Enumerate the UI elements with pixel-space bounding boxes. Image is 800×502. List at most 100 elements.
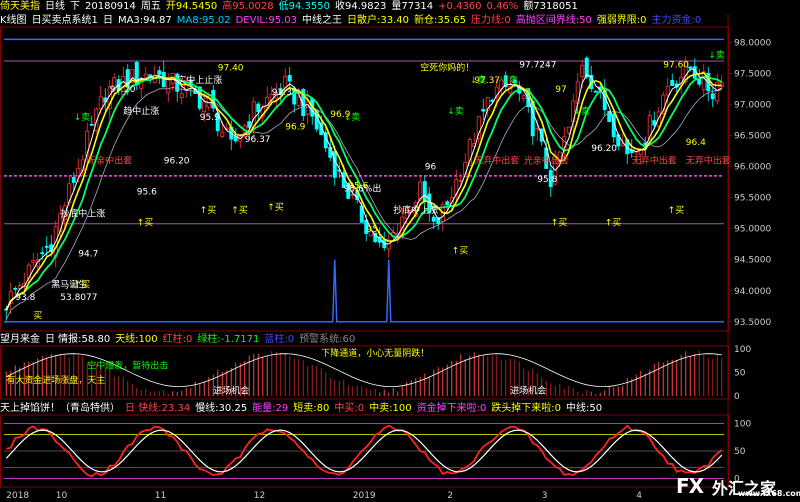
main-frame	[0, 26, 729, 332]
main-annotation: 95.6	[137, 188, 157, 198]
x-axis-label: 3	[542, 491, 548, 501]
candle-body	[688, 66, 693, 69]
main-annotation: ↑买	[452, 246, 469, 257]
candle-body	[40, 252, 45, 254]
candle-body	[692, 66, 697, 79]
main-annotation: 94.7	[78, 250, 98, 260]
main-annotation: ↑买	[551, 218, 568, 229]
candle-body	[332, 151, 337, 178]
main-annotation: 无亲中出套	[87, 154, 132, 166]
candle-body	[179, 93, 184, 99]
main-annotation: 96.9	[285, 122, 305, 132]
main-annotation: ↓卖	[344, 112, 361, 123]
main-annotation: ↓卖	[573, 106, 590, 117]
sub2-tick-label: 100	[734, 420, 751, 430]
main-annotation: 95.9	[200, 113, 220, 123]
x-axis-label: 4	[636, 491, 642, 501]
watermark-logo: FX 外汇之家 www.fx68.com	[676, 474, 800, 498]
main-annotation: 97.40	[218, 63, 244, 73]
candle-body	[566, 126, 571, 134]
sub1-tick-label: 100	[734, 345, 751, 355]
watermark-url: www.fx68.com	[738, 489, 800, 498]
candle-body	[458, 179, 463, 182]
main-tick-label: 95.5000	[734, 194, 771, 204]
main-tick-label: 95.0000	[734, 225, 771, 235]
main-annotation: 买	[33, 311, 42, 322]
sub2-tick-label: 50	[734, 447, 746, 457]
main-annotation: ↑买	[605, 218, 622, 229]
sub1-annotation: 进场机会	[213, 385, 249, 397]
candle-body	[481, 108, 486, 112]
candle-body	[44, 245, 49, 248]
main-tick-label: 94.5000	[734, 256, 771, 266]
main-annotation: 无弃中出套	[686, 154, 731, 166]
x-axis-label: 2	[447, 491, 453, 501]
main-annotation: ↓卖	[74, 112, 91, 123]
sub1-annotation: 空中爆发，暂待出击	[87, 360, 168, 372]
candle-body	[287, 75, 292, 82]
main-annotation: ↑买	[137, 218, 154, 229]
main-annotation: 97.3	[272, 88, 292, 98]
funds-line	[4, 259, 724, 323]
main-annotation: 96.20	[164, 156, 190, 166]
main-annotation: ↓卖	[470, 75, 487, 86]
main-tick-label: 97.5000	[734, 69, 771, 79]
candle-body	[296, 96, 301, 107]
x-axis-label: 10	[56, 491, 68, 501]
main-annotation: ↑买	[74, 280, 91, 291]
main-tick-label: 96.0000	[734, 163, 771, 173]
x-axis-label: 11	[155, 491, 166, 501]
main-annotation: 95.8	[537, 175, 557, 185]
candle-body	[76, 167, 81, 177]
main-tick-label: 96.5000	[734, 132, 771, 142]
x-axis-label: 2019	[353, 491, 376, 501]
candle-body	[445, 201, 450, 206]
main-annotation: 95.6%出	[344, 182, 382, 194]
main-annotation: 95	[366, 225, 377, 235]
x-axis-label: 12	[254, 491, 265, 501]
main-tick-label: 94.0000	[734, 287, 771, 297]
main-tick-label: 98.0000	[734, 38, 771, 48]
x-axis-label: 2018	[6, 491, 29, 501]
main-annotation: 空死你妈的！	[420, 61, 474, 73]
candle-body	[13, 287, 18, 290]
chart-canvas[interactable]: 93.8 53.8077 94.7 97.20 95.6 96.20 95.9 97.40 96…	[0, 0, 800, 502]
sub1-tick-label: 50	[734, 369, 746, 379]
main-annotation: 97.20	[110, 85, 136, 95]
candle-body	[71, 177, 76, 183]
main-annotation: 97	[555, 85, 566, 95]
candle-body	[157, 70, 162, 75]
sub1-tick-label: 0	[734, 392, 740, 402]
candle-body	[89, 123, 94, 126]
main-annotation: ↓卖	[447, 106, 464, 117]
candle-body	[31, 260, 36, 263]
candle-body	[256, 103, 261, 113]
candle-body	[98, 96, 103, 110]
main-annotation: 96.4	[686, 138, 706, 148]
main-annotation: ↓卖	[708, 50, 725, 61]
candle-body	[305, 100, 310, 115]
candle-body	[580, 64, 585, 77]
main-annotation: 抄底中上涨	[393, 204, 438, 216]
main-annotation: 光亲中出套	[524, 154, 569, 166]
main-annotation: 96	[425, 163, 437, 173]
candle-body	[521, 95, 526, 100]
main-annotation: 97.7247	[519, 60, 556, 70]
sub1-annotation: 下降通道，小心无量阴跌！	[321, 347, 429, 359]
sub1-annotation: 有大资金进场涨盘，天主	[6, 374, 105, 386]
candle-body	[202, 101, 207, 112]
main-annotation: 趋中止涨	[123, 105, 159, 117]
main-annotation: 97.60	[663, 60, 689, 70]
candle-body	[652, 120, 657, 126]
main-annotation: 无弃中出套	[632, 154, 677, 166]
candle-body	[143, 73, 148, 78]
main-annotation: 96.37	[245, 135, 271, 145]
candle-body	[670, 80, 675, 87]
main-annotation: ↑买	[200, 205, 217, 216]
main-annotation: 无弃中出套	[474, 154, 519, 166]
candle-body	[710, 93, 715, 100]
main-annotation: 实中上止涨	[177, 74, 222, 86]
main-annotation: 96.20	[591, 144, 617, 154]
main-annotation: 53.8077	[60, 293, 97, 303]
candle-body	[422, 181, 427, 202]
